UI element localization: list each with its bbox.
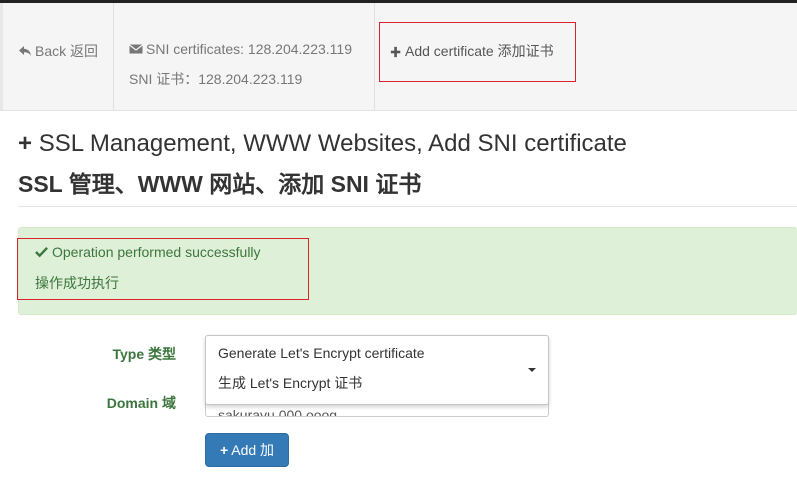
add-submit-label: Add 加: [231, 442, 275, 458]
sni-title: SNI certificates: 128.204.223.119: [129, 41, 352, 57]
sni-subtitle: SNI 证书：128.204.223.119: [129, 71, 303, 87]
page-title-zh: SSL 管理、WWW 网站、添加 SNI 证书: [18, 171, 422, 197]
domain-label: Domain 域: [106, 395, 176, 411]
navbar: Back 返回 SNI certificates: 128.204.223.11…: [0, 3, 797, 111]
page-title: + SSL Management, WWW Websites, Add SNI …: [18, 130, 627, 158]
highlight-box-alert: [17, 238, 309, 300]
page-title-en: SSL Management, WWW Websites, Add SNI ce…: [38, 130, 627, 157]
add-submit-button[interactable]: + Add 加: [205, 433, 289, 467]
envelope-icon: [129, 44, 143, 54]
sni-title-text: SNI certificates: 128.204.223.119: [146, 41, 352, 57]
main-content: + SSL Management, WWW Websites, Add SNI …: [4, 120, 797, 489]
type-label: Type 类型: [112, 346, 176, 362]
title-divider: [18, 206, 797, 207]
highlight-box-add-certificate: [379, 22, 576, 82]
nav-back-link[interactable]: Back 返回: [18, 41, 98, 61]
type-select-value-en: Generate Let's Encrypt certificate: [218, 345, 425, 361]
domain-input-value: sakurayu.000.ooog: [218, 407, 338, 417]
nav-back-button[interactable]: Back 返回: [0, 3, 114, 110]
back-label: Back 返回: [35, 43, 99, 59]
button-plus-icon: +: [219, 442, 229, 458]
chevron-down-icon: [528, 368, 536, 372]
type-select[interactable]: Generate Let's Encrypt certificate 生成 Le…: [205, 335, 549, 405]
type-select-value-zh: 生成 Let's Encrypt 证书: [218, 375, 363, 391]
nav-sni-info: SNI certificates: 128.204.223.119 SNI 证书…: [114, 3, 375, 110]
title-plus-icon: +: [18, 130, 33, 157]
reply-icon: [19, 46, 31, 56]
